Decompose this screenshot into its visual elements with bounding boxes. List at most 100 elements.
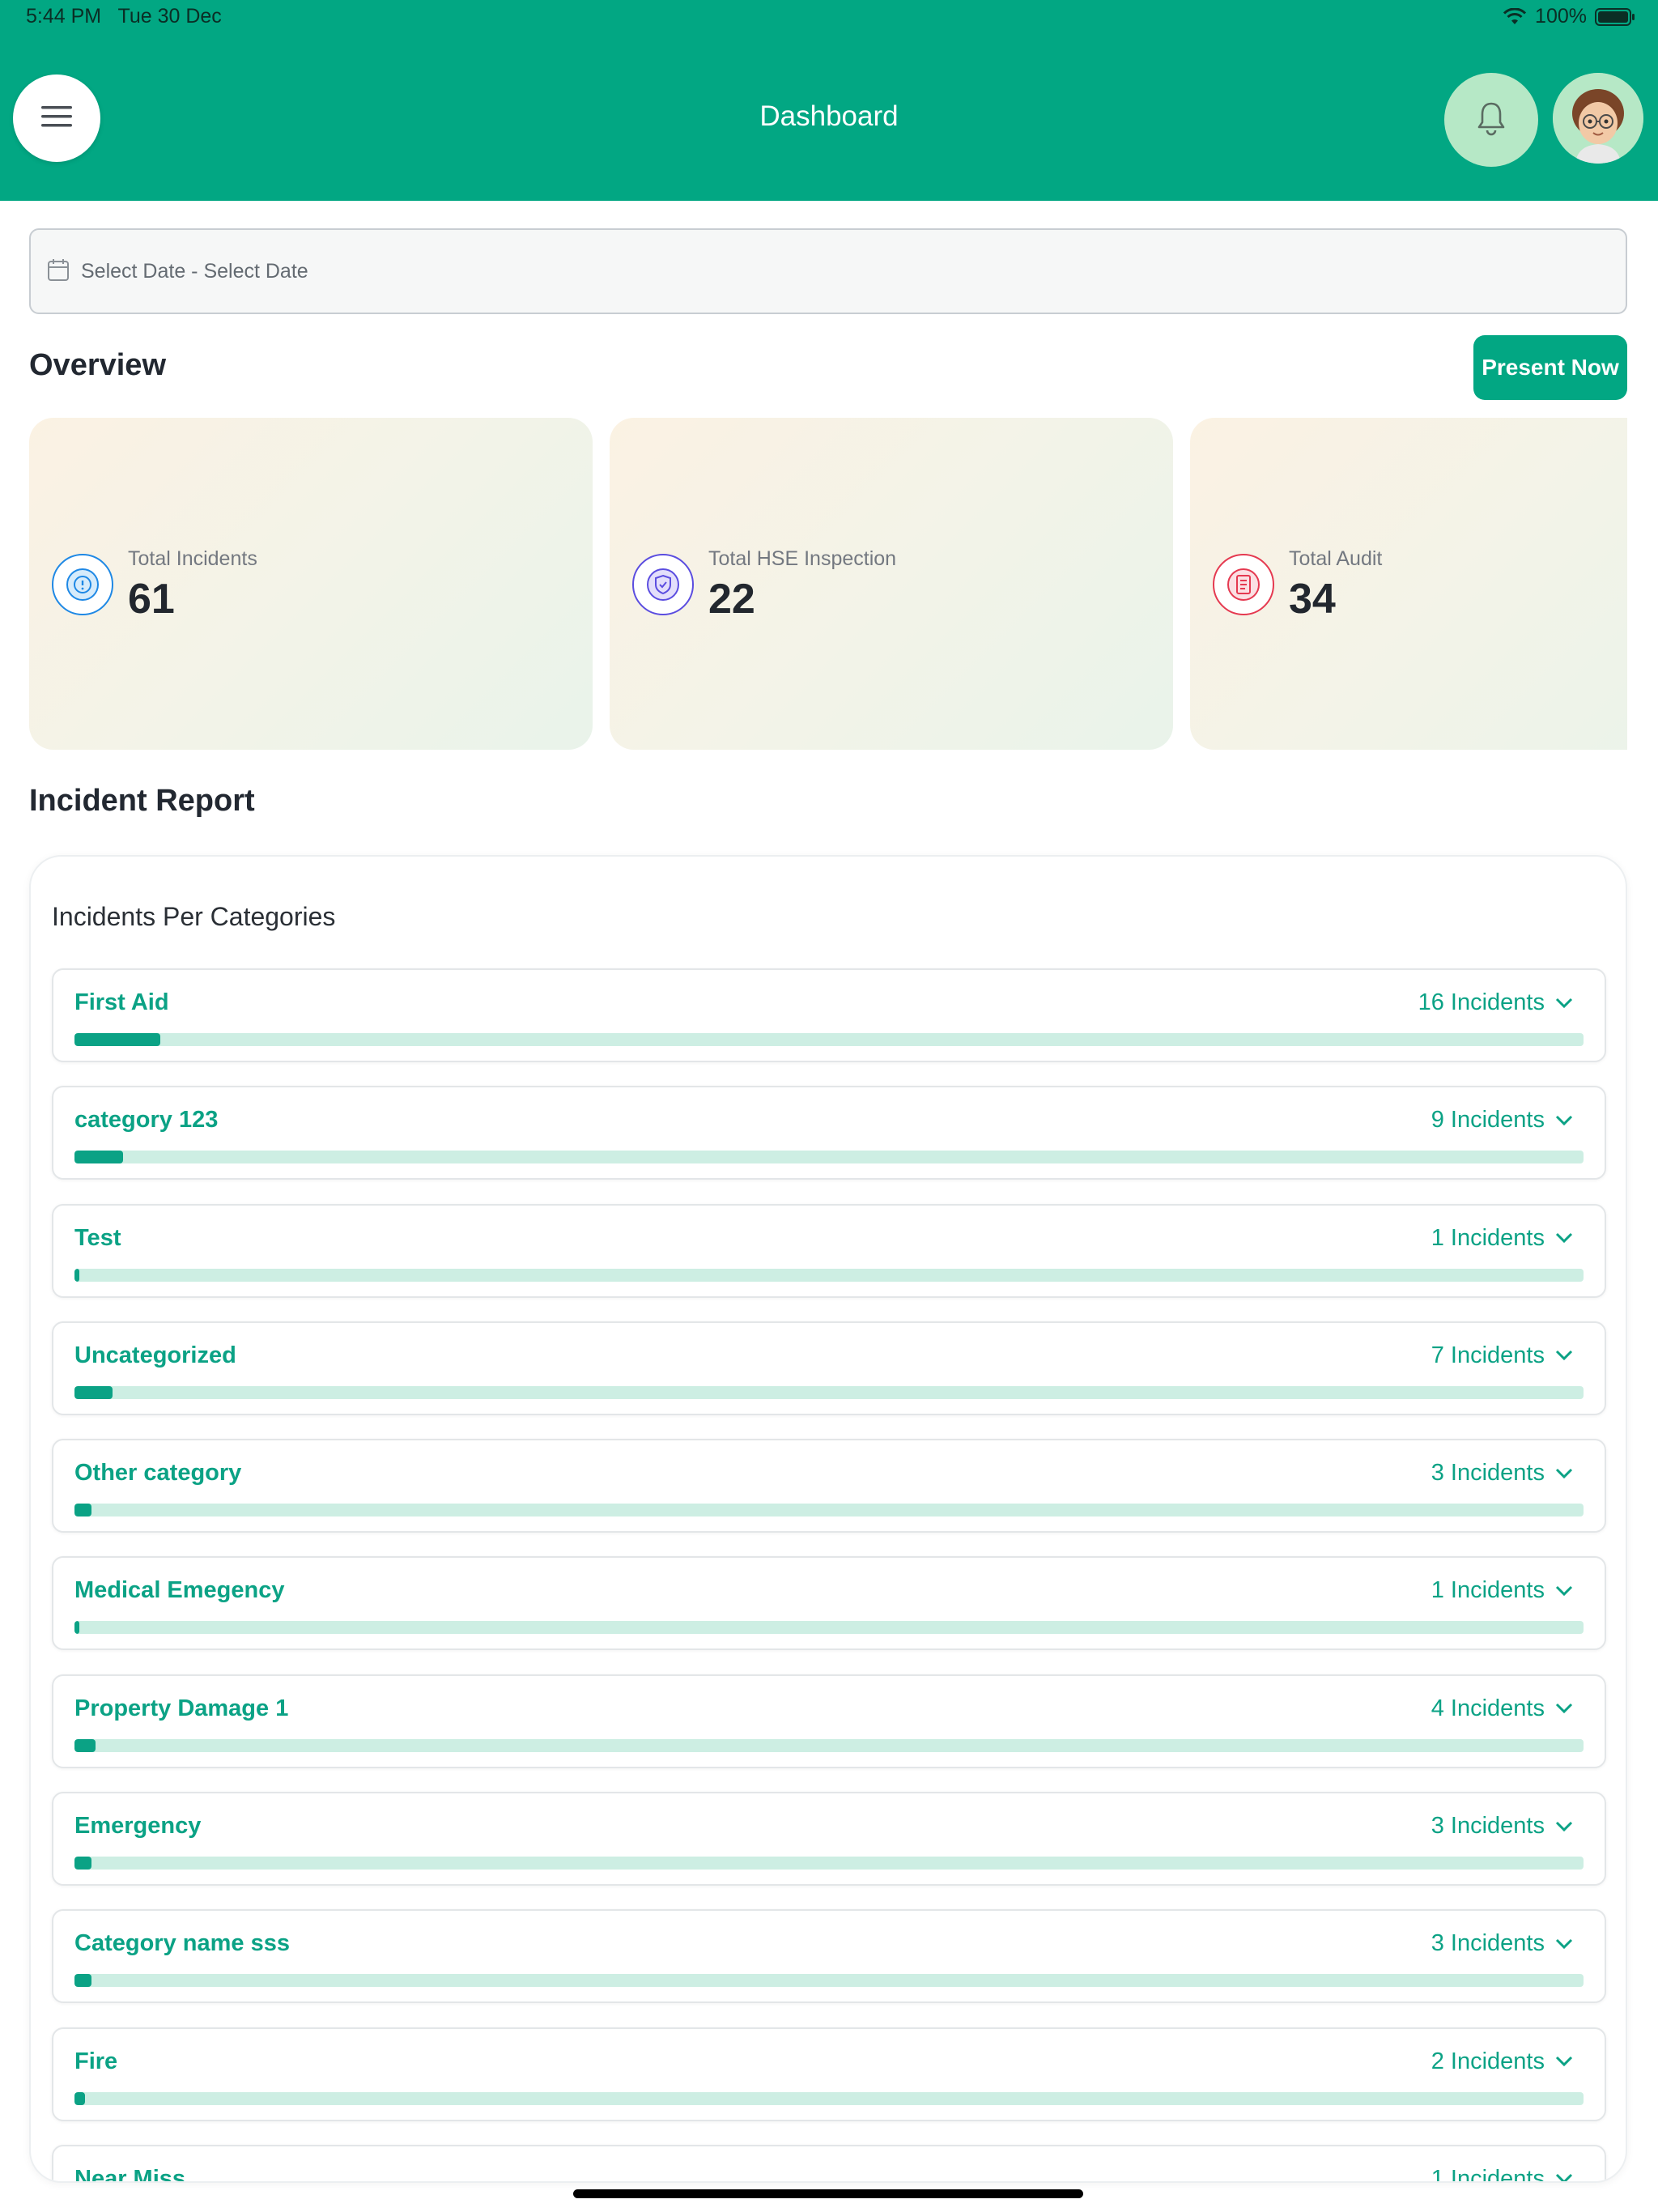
category-name: Medical Emegency — [74, 1577, 285, 1604]
date-range-text: Select Date - Select Date — [81, 259, 308, 283]
stat-label: Total Incidents — [128, 547, 257, 570]
category-count: 1 Incidents — [1431, 1577, 1545, 1604]
stat-value: 22 — [708, 576, 755, 623]
home-indicator — [573, 2189, 1083, 2198]
category-item[interactable]: Test 1 Incidents — [52, 1203, 1606, 1298]
category-item[interactable]: Fire 2 Incidents — [52, 2027, 1606, 2121]
chevron-down-icon — [1555, 1115, 1573, 1125]
chevron-down-icon — [1555, 1351, 1573, 1361]
calendar-icon — [47, 257, 70, 286]
category-count: 3 Incidents — [1431, 1460, 1545, 1487]
category-progress-track — [74, 1385, 1584, 1399]
category-name: category 123 — [74, 1107, 219, 1134]
category-progress-fill — [74, 1857, 91, 1870]
stat-value: 34 — [1289, 576, 1336, 623]
category-progress-track — [74, 1974, 1584, 1988]
category-count-toggle[interactable]: 3 Incidents — [1431, 1460, 1605, 1487]
date-range-field[interactable]: Select Date - Select Date — [29, 228, 1627, 314]
category-count: 3 Incidents — [1431, 1930, 1545, 1957]
category-count-toggle[interactable]: 2 Incidents — [1431, 2048, 1605, 2075]
category-progress-fill — [74, 1151, 123, 1164]
alert-circle-icon — [52, 554, 113, 615]
category-progress-fill — [74, 1974, 91, 1988]
category-progress-fill — [74, 2091, 86, 2105]
user-avatar[interactable] — [1553, 73, 1643, 164]
category-count: 3 Incidents — [1431, 1813, 1545, 1840]
category-name: Uncategorized — [74, 1342, 236, 1368]
category-count-toggle[interactable]: 1 Incidents — [1431, 1577, 1605, 1604]
chevron-down-icon — [1555, 1585, 1573, 1597]
category-item[interactable]: Category name sss 3 Incidents — [52, 1909, 1606, 2004]
category-item[interactable]: category 123 9 Incidents — [52, 1086, 1606, 1180]
category-count: 4 Incidents — [1431, 1695, 1545, 1721]
status-date: Tue 30 Dec — [117, 5, 222, 28]
category-progress-fill — [74, 1268, 79, 1282]
category-progress-fill — [74, 1504, 91, 1517]
present-now-button[interactable]: Present Now — [1473, 335, 1627, 400]
category-count-toggle[interactable]: 1 Incidents — [1431, 2165, 1605, 2183]
incidents-per-categories-panel: Incidents Per Categories First Aid 16 Inc… — [29, 855, 1627, 2183]
notifications-button[interactable] — [1444, 73, 1538, 167]
category-count: 1 Incidents — [1431, 2165, 1545, 2183]
category-count: 2 Incidents — [1431, 2048, 1545, 2074]
bell-icon — [1475, 100, 1507, 140]
category-item[interactable]: First Aid 16 Incidents — [52, 968, 1606, 1062]
battery-percent: 100% — [1535, 5, 1587, 28]
stat-card-total-incidents[interactable]: Total Incidents 61 — [29, 418, 593, 750]
category-progress-track — [74, 1504, 1584, 1517]
category-count-toggle[interactable]: 3 Incidents — [1431, 1930, 1605, 1957]
stat-card-total-audit[interactable]: Total Audit 34 — [1190, 418, 1627, 750]
category-progress-fill — [74, 1621, 79, 1635]
overview-title: Overview — [29, 348, 166, 382]
category-progress-fill — [74, 1738, 96, 1752]
category-count-toggle[interactable]: 3 Incidents — [1431, 1813, 1605, 1840]
category-count-toggle[interactable]: 1 Incidents — [1431, 1225, 1605, 1252]
category-item[interactable]: Near Miss 1 Incidents — [52, 2144, 1606, 2183]
app-header: 5:44 PM Tue 30 Dec 100% Dashboard — [0, 0, 1658, 201]
status-bar-time: 5:44 PM Tue 30 Dec — [26, 5, 222, 28]
category-item[interactable]: Medical Emegency 1 Incidents — [52, 1556, 1606, 1651]
status-bar-right: 100% — [1503, 5, 1635, 28]
chevron-down-icon — [1555, 1704, 1573, 1714]
category-progress-track — [74, 2091, 1584, 2105]
battery-icon — [1595, 7, 1635, 27]
category-progress-track — [74, 1738, 1584, 1752]
chevron-down-icon — [1555, 1938, 1573, 1949]
chevron-down-icon — [1555, 2174, 1573, 2181]
category-count-toggle[interactable]: 16 Incidents — [1418, 989, 1605, 1016]
category-name: Category name sss — [74, 1930, 290, 1957]
category-count: 7 Incidents — [1431, 1342, 1545, 1368]
category-count: 9 Incidents — [1431, 1107, 1545, 1134]
category-name: Test — [74, 1224, 121, 1251]
category-count: 16 Incidents — [1418, 989, 1545, 1015]
chevron-down-icon — [1555, 998, 1573, 1008]
category-item[interactable]: Uncategorized 7 Incidents — [52, 1321, 1606, 1415]
category-item[interactable]: Other category 3 Incidents — [52, 1439, 1606, 1534]
category-progress-track — [74, 1857, 1584, 1870]
category-name: Other category — [74, 1460, 242, 1487]
category-list: First Aid 16 Incidents category 123 9 Incid… — [52, 968, 1606, 2183]
stat-card-total-hse-inspection[interactable]: Total HSE Inspection 22 — [610, 418, 1173, 750]
category-name: Emergency — [74, 1813, 202, 1840]
overview-cards: Total Incidents 61 Total HSE Inspection … — [29, 418, 1627, 750]
incident-report-title: Incident Report — [29, 784, 255, 818]
chevron-down-icon — [1555, 1468, 1573, 1478]
category-count-toggle[interactable]: 7 Incidents — [1431, 1342, 1605, 1369]
category-name: Fire — [74, 2048, 118, 2074]
category-name: Near Miss — [74, 2165, 186, 2183]
chevron-down-icon — [1555, 2057, 1573, 2067]
status-time: 5:44 PM — [26, 5, 102, 28]
category-progress-track — [74, 1268, 1584, 1282]
category-count-toggle[interactable]: 4 Incidents — [1431, 1695, 1605, 1722]
page-title: Dashboard — [759, 100, 899, 132]
document-icon — [1213, 554, 1274, 615]
stat-value: 61 — [128, 576, 175, 623]
chevron-down-icon — [1555, 1233, 1573, 1244]
category-item[interactable]: Emergency 3 Incidents — [52, 1792, 1606, 1887]
category-name: Property Damage 1 — [74, 1695, 289, 1721]
stat-label: Total Audit — [1289, 547, 1383, 570]
category-count-toggle[interactable]: 9 Incidents — [1431, 1107, 1605, 1134]
category-item[interactable]: Property Damage 1 4 Incidents — [52, 1674, 1606, 1768]
category-progress-fill — [74, 1385, 113, 1399]
stat-label: Total HSE Inspection — [708, 547, 897, 570]
